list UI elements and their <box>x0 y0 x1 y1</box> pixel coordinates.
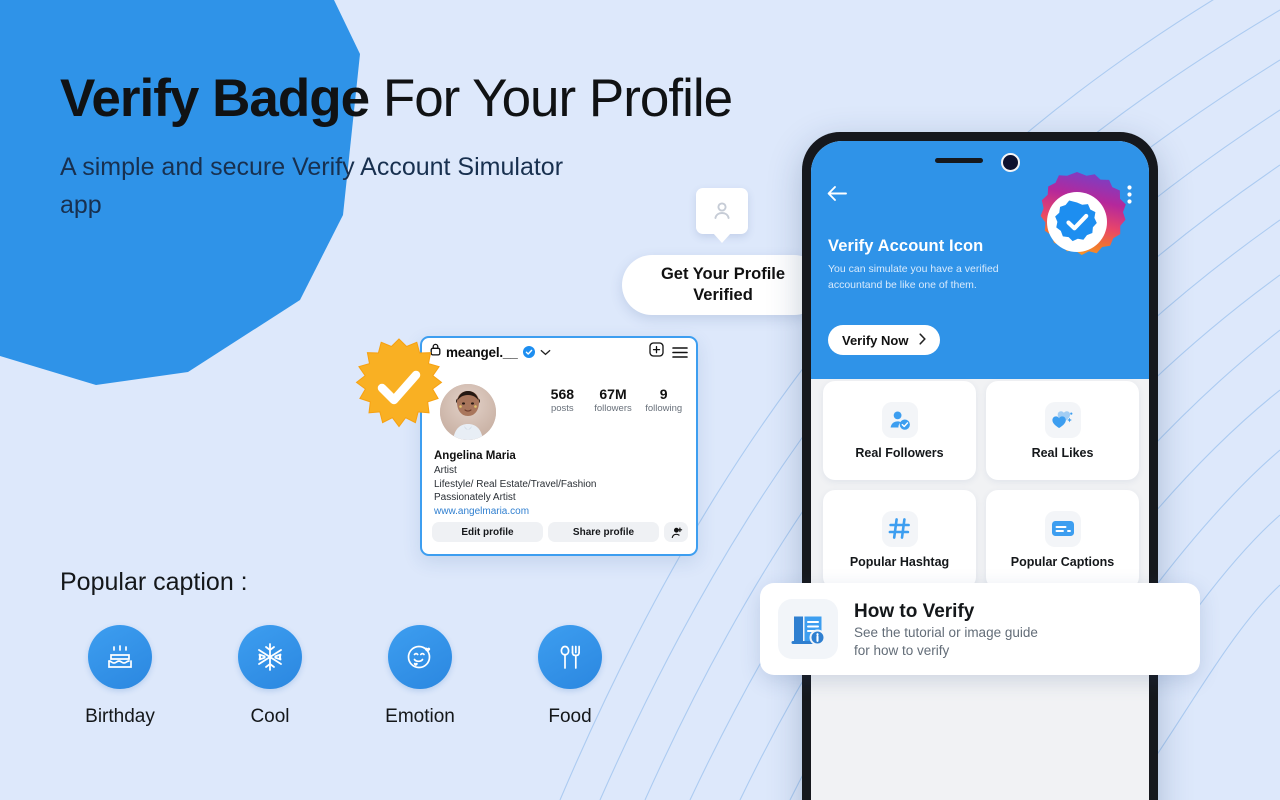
feature-card-label: Popular Captions <box>1010 554 1115 569</box>
feature-card-grid: Real Followers Real Likes Popular Hashta… <box>823 381 1139 589</box>
profile-bio: Artist Lifestyle/ Real Estate/Travel/Fas… <box>434 464 596 505</box>
hashtag-icon <box>881 510 918 547</box>
app-hero-banner: Verify Account Icon You can simulate you… <box>811 141 1149 379</box>
smiley-face-icon <box>388 625 452 689</box>
profile-stats: 568 posts 67M followers 9 following <box>537 386 689 416</box>
how-to-verify-card[interactable]: How to Verify See the tutorial or image … <box>760 583 1200 675</box>
feature-card-label: Real Followers <box>855 445 944 460</box>
feature-card-label: Popular Hashtag <box>849 554 950 569</box>
get-verified-tooltip: Get Your Profile Verified <box>622 255 824 315</box>
caption-chip-cool[interactable]: Cool <box>210 625 330 728</box>
popular-caption-title: Popular caption : <box>60 568 248 596</box>
profile-card-header: meangel.__ <box>422 338 696 366</box>
stat-label: posts <box>550 403 574 414</box>
how-to-verify-subtitle-2: for how to verify <box>854 642 950 658</box>
caption-chip-label: Birthday <box>85 706 155 727</box>
caption-chip-label: Emotion <box>385 706 455 727</box>
bio-line-1: Artist <box>434 465 457 476</box>
chevron-down-icon[interactable] <box>540 349 551 356</box>
stat-posts: 568 posts <box>537 386 588 416</box>
feature-card-real-followers[interactable]: Real Followers <box>823 381 976 480</box>
stat-following[interactable]: 9 following <box>638 386 689 416</box>
edit-profile-button[interactable]: Edit profile <box>432 522 543 542</box>
person-icon <box>696 188 748 234</box>
verified-starburst-check-icon <box>355 338 443 428</box>
feature-card-label: Real Likes <box>1031 445 1094 460</box>
caption-chip-food[interactable]: Food <box>510 625 630 728</box>
back-arrow-icon[interactable] <box>827 185 847 207</box>
instagram-profile-card: meangel.__ 568 posts 67M followers 9 fol… <box>420 336 698 556</box>
page-title-rest: For Your Profile <box>369 69 733 128</box>
spoon-fork-icon <box>538 625 602 689</box>
hearts-icon <box>1044 401 1081 438</box>
page-title-bold: Verify Badge <box>60 69 370 128</box>
stat-value: 9 <box>659 386 668 402</box>
bio-line-2: Lifestyle/ Real Estate/Travel/Fashion <box>434 478 597 490</box>
stat-followers[interactable]: 67M followers <box>588 386 639 416</box>
chevron-right-icon <box>919 332 927 348</box>
phone-screen: Verify Account Icon You can simulate you… <box>811 141 1149 800</box>
stat-value: 67M <box>599 386 627 402</box>
profile-username[interactable]: meangel.__ <box>446 345 518 360</box>
stat-label: followers <box>594 403 632 414</box>
tooltip-line-2: Verified <box>693 286 753 304</box>
profile-website-link[interactable]: www.angelmaria.com <box>434 506 529 517</box>
how-to-verify-subtitle-1: See the tutorial or image guide <box>854 624 1038 640</box>
page-subtitle: A simple and secure Verify Account Simul… <box>60 153 564 219</box>
profile-display-name: Angelina Maria <box>434 450 516 462</box>
add-person-icon[interactable] <box>664 522 688 542</box>
hamburger-menu-icon[interactable] <box>672 346 688 359</box>
tutorial-book-info-icon <box>778 599 838 659</box>
plus-box-icon[interactable] <box>649 342 664 362</box>
phone-speaker-slot <box>935 158 983 163</box>
person-check-icon <box>881 401 918 438</box>
profile-action-buttons: Edit profile Share profile <box>432 522 688 542</box>
feature-card-real-likes[interactable]: Real Likes <box>986 381 1139 480</box>
verify-now-button[interactable]: Verify Now <box>828 325 941 355</box>
feature-card-popular-hashtag[interactable]: Popular Hashtag <box>823 490 976 589</box>
share-profile-button[interactable]: Share profile <box>548 522 659 542</box>
tooltip-line-1: Get Your Profile <box>660 265 786 283</box>
stat-value: 568 <box>550 386 575 402</box>
bio-line-3: Passionately Artist <box>434 492 516 503</box>
verify-now-label: Verify Now <box>842 332 909 348</box>
hero-title: Verify Account Icon <box>828 237 984 255</box>
birthday-cake-icon <box>88 625 152 689</box>
caption-chip-birthday[interactable]: Birthday <box>60 625 180 728</box>
hero-subtitle: You can simulate you have a verified acc… <box>828 263 999 291</box>
poster-canvas: Verify Badge For Your Profile A simple a… <box>0 0 1280 800</box>
popular-caption-row: Birthday Cool Emotion Food <box>60 625 680 745</box>
verified-badge-icon <box>522 346 535 358</box>
caption-chip-label: Cool <box>250 706 290 727</box>
gradient-verified-rosette-icon <box>1040 172 1126 255</box>
caption-card-icon <box>1044 510 1081 547</box>
phone-camera-punchhole <box>1001 153 1020 172</box>
snowflake-icon <box>238 625 302 689</box>
phone-mockup: Verify Account Icon You can simulate you… <box>802 132 1158 800</box>
caption-chip-emotion[interactable]: Emotion <box>360 625 480 728</box>
caption-chip-label: Food <box>548 706 592 727</box>
how-to-verify-title: How to Verify <box>854 600 975 622</box>
page-title: Verify Badge For Your Profile <box>60 68 760 130</box>
stat-label: following <box>645 403 683 414</box>
feature-card-popular-captions[interactable]: Popular Captions <box>986 490 1139 589</box>
